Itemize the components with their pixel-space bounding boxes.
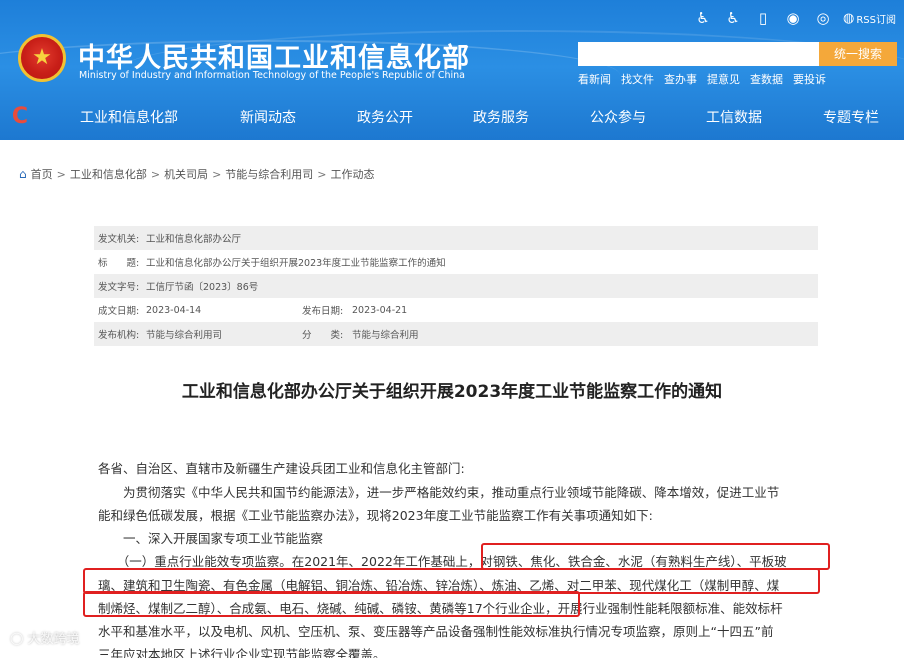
- info-label: 发文字号:: [98, 282, 140, 293]
- quick-link-services[interactable]: 查办事: [664, 71, 697, 87]
- info-label: 分 类:: [302, 330, 344, 341]
- document-line: 各省、自治区、直辖市及新疆生产建设兵团工业和信息化主管部门:: [98, 461, 465, 476]
- breadcrumb-miit[interactable]: 工业和信息化部: [70, 166, 147, 182]
- quick-link-news[interactable]: 看新闻: [578, 71, 611, 87]
- breadcrumb-home[interactable]: 首页: [31, 166, 53, 182]
- document-info-table: 发文机关: 工业和信息化部办公厅 标 题: 工业和信息化部办公厅关于组织开展20…: [94, 226, 818, 346]
- nav-item-miit[interactable]: 工业和信息化部: [80, 107, 178, 127]
- breadcrumb-work-news[interactable]: 工作动态: [331, 166, 375, 182]
- info-value: 2023-04-21: [352, 304, 408, 316]
- search-input[interactable]: [578, 42, 819, 66]
- mobile-icon[interactable]: ▯: [753, 8, 773, 28]
- info-row-org: 发布机构: 节能与综合利用司 分 类: 节能与综合利用: [94, 322, 818, 346]
- info-row-dates: 成文日期: 2023-04-14 发布日期: 2023-04-21: [94, 298, 818, 322]
- search-button[interactable]: 统一搜索: [819, 42, 897, 66]
- nav-item-topics[interactable]: 专题专栏: [823, 107, 879, 127]
- breadcrumb-separator: >: [212, 167, 222, 181]
- info-label: 发布机构:: [98, 330, 140, 341]
- main-nav: C 工业和信息化部 新闻动态 政务公开 政务服务 公众参与 工信数据 专题专栏: [0, 96, 904, 136]
- rss-label: RSS订阅: [856, 14, 896, 26]
- rss-link[interactable]: ◍ RSS订阅: [843, 11, 896, 26]
- info-value: 节能与综合利用司: [146, 330, 223, 341]
- breadcrumb-separator: >: [150, 167, 161, 181]
- app-icon[interactable]: ◎: [813, 8, 833, 28]
- quick-link-files[interactable]: 找文件: [621, 71, 654, 87]
- document-line: 一、深入开展国家专项工业节能监察: [98, 531, 324, 546]
- utility-bar: ♿ ♿ ▯ ◉ ◎ ◍ RSS订阅: [693, 8, 896, 28]
- accessibility-elderly-icon[interactable]: ♿: [693, 8, 713, 28]
- nav-item-gov-open[interactable]: 政务公开: [357, 107, 413, 127]
- info-row-title: 标 题: 工业和信息化部办公厅关于组织开展2023年度工业节能监察工作的通知: [94, 250, 818, 274]
- highlight-box: [481, 543, 830, 570]
- document-title: 工业和信息化部办公厅关于组织开展2023年度工业节能监察工作的通知: [181, 382, 723, 402]
- wechat-icon[interactable]: ◉: [783, 8, 803, 28]
- site-subtitle: Ministry of Industry and Information Tec…: [79, 70, 465, 81]
- watermark: ◯ 大数跨境: [10, 628, 80, 648]
- site-header: ★ 中华人民共和国工业和信息化部 Ministry of Industry an…: [0, 0, 904, 140]
- nav-logo-icon[interactable]: C: [0, 96, 40, 136]
- watermark-logo-icon: ◯: [10, 630, 24, 645]
- breadcrumb: ⌂ 首页 > 工业和信息化部 > 机关司局 > 节能与综合利用司 > 工作动态: [19, 166, 375, 182]
- info-label: 发文机关:: [98, 234, 140, 245]
- info-label: 发布日期:: [302, 306, 344, 317]
- quick-link-complaint[interactable]: 要投诉: [793, 71, 826, 87]
- nav-item-news[interactable]: 新闻动态: [240, 107, 296, 127]
- info-label: 标 题:: [98, 258, 140, 269]
- document-line: 三年应对本地区上述行业企业实现节能监察全覆盖。: [98, 647, 386, 658]
- info-row-docno: 发文字号: 工信厅节函〔2023〕86号: [94, 274, 818, 298]
- nav-item-data[interactable]: 工信数据: [706, 107, 762, 127]
- document-line: 为贯彻落实《中华人民共和国节约能源法》，进一步严格能效约束，推动重点行业领域节能…: [98, 485, 780, 500]
- national-emblem-icon[interactable]: ★: [18, 34, 66, 82]
- info-value: 工业和信息化部办公厅关于组织开展2023年度工业节能监察工作的通知: [146, 258, 446, 269]
- weibo-icon: ◍: [843, 10, 855, 26]
- info-row-publisher: 发文机关: 工业和信息化部办公厅: [94, 226, 818, 250]
- document-line: 能和绿色低碳发展，根据《工业节能监察办法》，现将2023年度工业节能监察工作有关…: [98, 508, 653, 523]
- info-value: 节能与综合利用: [352, 330, 419, 341]
- nav-item-participation[interactable]: 公众参与: [590, 107, 646, 127]
- quick-link-feedback[interactable]: 提意见: [707, 71, 740, 87]
- info-value: 2023-04-14: [146, 304, 202, 316]
- info-value: 工信厅节函〔2023〕86号: [146, 282, 259, 293]
- info-label: 成文日期:: [98, 306, 140, 317]
- quick-link-data[interactable]: 查数据: [750, 71, 783, 87]
- info-value: 工业和信息化部办公厅: [146, 234, 242, 245]
- quick-links: 看新闻 找文件 查办事 提意见 查数据 要投诉: [578, 71, 826, 87]
- breadcrumb-energy-dept[interactable]: 节能与综合利用司: [225, 166, 313, 182]
- breadcrumb-separator: >: [317, 167, 327, 181]
- home-icon: ⌂: [19, 167, 27, 181]
- nav-item-gov-service[interactable]: 政务服务: [473, 107, 529, 127]
- breadcrumb-departments[interactable]: 机关司局: [164, 166, 208, 182]
- document-line: 水平和基准水平，以及电机、风机、空压机、泵、变压器等产品设备强制性能效标准执行情…: [98, 624, 774, 639]
- watermark-text: 大数跨境: [27, 632, 80, 647]
- breadcrumb-separator: >: [56, 167, 66, 181]
- wheelchair-icon[interactable]: ♿: [723, 8, 743, 28]
- highlight-box: [83, 591, 580, 617]
